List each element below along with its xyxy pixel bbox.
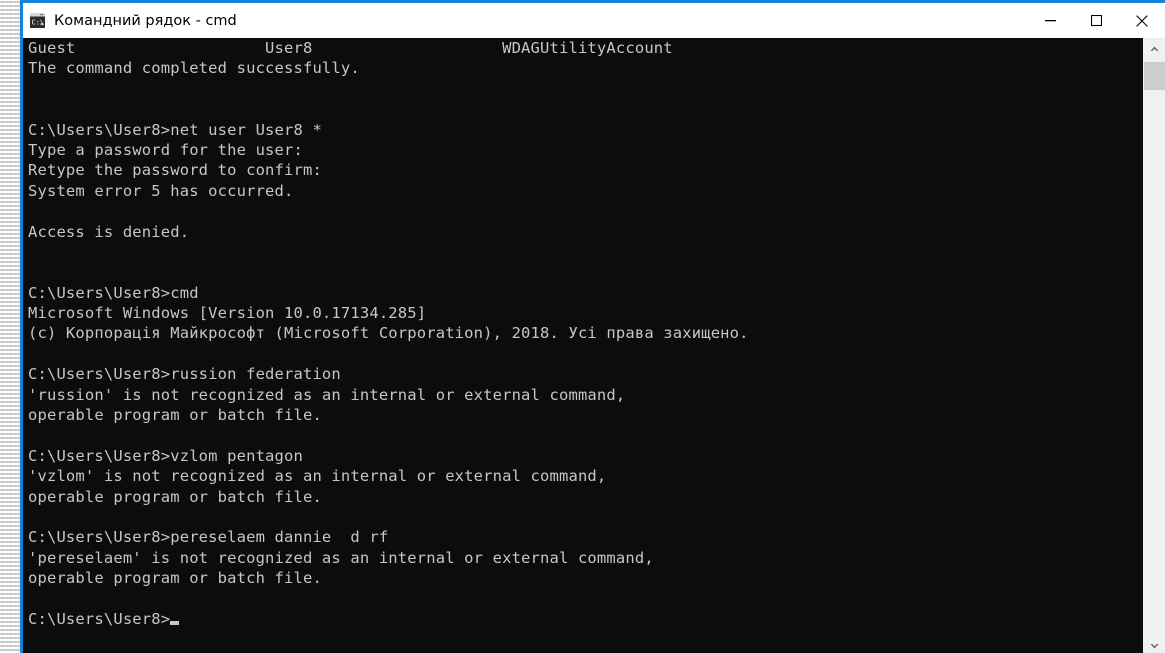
svg-text:C:\: C:\	[32, 19, 45, 27]
scrollbar-track[interactable]	[1144, 59, 1165, 635]
scrollbar-thumb[interactable]	[1144, 62, 1165, 90]
console-line: The command completed successfully.	[28, 59, 360, 78]
chevron-down-icon	[1150, 643, 1159, 648]
chevron-up-icon	[1150, 46, 1159, 51]
window-controls	[1027, 3, 1165, 38]
console-line: 'vzlom' is not recognized as an internal…	[28, 467, 607, 486]
maximize-button[interactable]	[1073, 3, 1119, 38]
console-line: C:\Users\User8>net user User8 *	[28, 120, 322, 139]
prompt-text: C:\Users\User8>	[28, 609, 171, 628]
minimize-icon	[1044, 20, 1056, 22]
minimize-button[interactable]	[1027, 3, 1073, 38]
title-bar[interactable]: C:\ Командний рядок - cmd	[23, 3, 1165, 38]
console-line: Microsoft Windows [Version 10.0.17134.28…	[28, 304, 427, 323]
console-output[interactable]: Guest User8 WDAGUtilityAccount The comman…	[23, 38, 1143, 653]
close-button[interactable]	[1119, 3, 1165, 38]
console-prompt-line: C:\Users\User8>	[23, 609, 1143, 629]
maximize-icon	[1090, 15, 1102, 26]
console-line: (c) Корпорація Майкрософт (Microsoft Cor…	[28, 324, 749, 343]
console-line: System error 5 has occurred.	[28, 181, 294, 200]
console-client-area[interactable]: Guest User8 WDAGUtilityAccount The comman…	[23, 38, 1165, 653]
scrollbar-down-button[interactable]	[1144, 635, 1165, 653]
vertical-scrollbar[interactable]	[1143, 38, 1165, 653]
console-line: operable program or batch file.	[28, 406, 322, 425]
console-line: 'pereselaem' is not recognized as an int…	[28, 548, 654, 567]
scrollbar-up-button[interactable]	[1144, 38, 1165, 59]
console-line: C:\Users\User8>cmd	[28, 283, 199, 302]
console-line: C:\Users\User8>russion federation	[28, 365, 341, 384]
cmd-console-icon: C:\	[29, 12, 46, 29]
text-cursor	[170, 620, 180, 625]
console-line: C:\Users\User8>vzlom pentagon	[28, 446, 303, 465]
console-line: operable program or batch file.	[28, 487, 322, 506]
console-line: operable program or batch file.	[28, 569, 322, 588]
console-line: C:\Users\User8>pereselaem dannie d rf	[28, 528, 389, 547]
window-title: Командний рядок - cmd	[54, 12, 237, 29]
console-line: Guest User8 WDAGUtilityAccount	[28, 39, 673, 57]
console-line: Type a password for the user:	[28, 140, 303, 159]
console-line: Access is denied.	[28, 222, 190, 241]
command-prompt-window: C:\ Командний рядок - cmd Guest User8 WD…	[20, 0, 1165, 653]
console-line: 'russion' is not recognized as an intern…	[28, 385, 626, 404]
console-line: Retype the password to confirm:	[28, 161, 322, 180]
close-icon	[1136, 14, 1148, 27]
